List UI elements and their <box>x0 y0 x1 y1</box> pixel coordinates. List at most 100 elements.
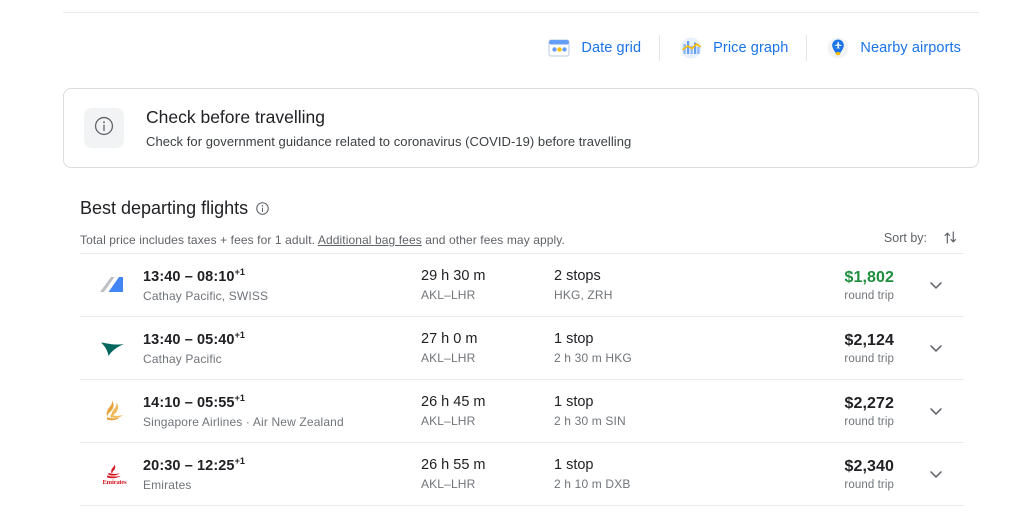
date-grid-icon <box>546 35 572 61</box>
chevron-down-icon[interactable] <box>926 464 946 484</box>
route-text: AKL–LHR <box>421 288 476 302</box>
flight-duration-cell: 29 h 30 m AKL–LHR <box>421 268 554 302</box>
flight-price-cell: $2,124 round trip <box>752 332 908 365</box>
sort-arrows-icon[interactable] <box>941 228 960 247</box>
date-grid-button[interactable]: Date grid <box>528 28 659 68</box>
airline-names: Emirates <box>143 477 192 492</box>
airline-logo-cell <box>80 396 143 426</box>
nearby-airports-button[interactable]: Nearby airports <box>807 28 979 68</box>
covid-notice-card: Check before travelling Check for govern… <box>63 88 979 168</box>
price-note: round trip <box>844 352 894 365</box>
day-offset: +1 <box>234 393 245 404</box>
singapore-airlines-logo <box>97 396 132 426</box>
duration-text: 27 h 0 m <box>421 331 478 347</box>
table-row[interactable]: Emirates 20:30 – 12:25+1 Emirates 26 h 5… <box>80 443 964 506</box>
chevron-down-icon[interactable] <box>926 338 946 358</box>
stops-detail: 2 h 30 m HKG <box>554 351 632 365</box>
notice-text-block: Check before travelling Check for govern… <box>146 107 631 149</box>
nearby-airports-icon <box>825 35 851 61</box>
sort-by-control[interactable]: Sort by: <box>884 228 964 247</box>
day-offset: +1 <box>234 330 245 341</box>
flight-tools-row: Date grid Price graph Nearby airports <box>63 27 979 69</box>
additional-bag-fees-link[interactable]: Additional bag fees <box>318 233 422 247</box>
price-amount: $2,340 <box>844 457 894 475</box>
expand-cell[interactable] <box>908 401 964 421</box>
cathay-pacific-swiss-logo <box>97 270 132 300</box>
notice-icon-wrapper <box>84 108 124 148</box>
disclaimer-prefix: Total price includes taxes + fees for 1 … <box>80 233 318 247</box>
price-disclaimer: Total price includes taxes + fees for 1 … <box>80 233 565 247</box>
best-departing-header: Best departing flights Total price inclu… <box>80 198 964 247</box>
flight-results-list: 13:40 – 08:10+1 Cathay Pacific, SWISS 29… <box>80 253 964 506</box>
flight-stops-cell: 1 stop 2 h 30 m SIN <box>554 394 752 428</box>
price-graph-icon <box>678 35 704 61</box>
svg-text:Emirates: Emirates <box>102 479 127 486</box>
airline-logo-cell: Emirates <box>80 459 143 489</box>
table-row[interactable]: 13:40 – 05:40+1 Cathay Pacific 27 h 0 m … <box>80 317 964 380</box>
top-divider <box>63 12 979 13</box>
expand-cell[interactable] <box>908 338 964 358</box>
price-note: round trip <box>844 415 894 428</box>
sort-by-label: Sort by: <box>883 230 927 245</box>
stops-count: 1 stop <box>554 331 594 347</box>
cathay-pacific-logo <box>97 333 132 363</box>
table-row[interactable]: 13:40 – 08:10+1 Cathay Pacific, SWISS 29… <box>80 254 964 317</box>
emirates-logo: Emirates <box>97 459 132 489</box>
duration-text: 26 h 55 m <box>421 457 486 473</box>
date-grid-label: Date grid <box>581 40 642 56</box>
flight-stops-cell: 1 stop 2 h 10 m DXB <box>554 457 752 491</box>
notice-subtitle: Check for government guidance related to… <box>146 134 632 149</box>
flight-times: 14:10 – 05:55+1 <box>143 393 421 411</box>
flight-duration-cell: 26 h 55 m AKL–LHR <box>421 457 554 491</box>
airline-names: Singapore Airlines · Air New Zealand <box>143 414 344 429</box>
airline-names: Cathay Pacific, SWISS <box>143 288 269 303</box>
price-amount: $1,802 <box>844 268 894 286</box>
airline-names: Cathay Pacific <box>143 351 222 366</box>
price-graph-button[interactable]: Price graph <box>660 28 806 68</box>
info-icon[interactable] <box>255 201 270 216</box>
times-text: 13:40 – 05:40 <box>143 331 235 348</box>
page-title: Best departing flights <box>80 198 249 218</box>
stops-detail: 2 h 30 m SIN <box>554 414 626 428</box>
duration-text: 29 h 30 m <box>421 268 486 284</box>
info-icon <box>93 115 115 142</box>
airline-logo-cell <box>80 270 143 300</box>
flight-stops-cell: 1 stop 2 h 30 m HKG <box>554 331 752 365</box>
flight-times-cell: 13:40 – 05:40+1 Cathay Pacific <box>143 330 421 366</box>
chevron-down-icon[interactable] <box>926 275 946 295</box>
day-offset: +1 <box>234 456 245 467</box>
chevron-down-icon[interactable] <box>926 401 946 421</box>
route-text: AKL–LHR <box>421 477 476 491</box>
stops-detail: HKG, ZRH <box>554 288 613 302</box>
flight-duration-cell: 26 h 45 m AKL–LHR <box>421 394 554 428</box>
flight-times-cell: 20:30 – 12:25+1 Emirates <box>143 456 421 492</box>
table-row[interactable]: 14:10 – 05:55+1 Singapore Airlines · Air… <box>80 380 964 443</box>
flight-times-cell: 14:10 – 05:55+1 Singapore Airlines · Air… <box>143 393 421 429</box>
best-departing-title-row: Best departing flights <box>80 198 964 219</box>
disclaimer-suffix: and other fees may apply. <box>421 233 565 247</box>
route-text: AKL–LHR <box>421 351 476 365</box>
duration-text: 26 h 45 m <box>421 394 486 410</box>
day-offset: +1 <box>234 267 245 278</box>
best-departing-sub-row: Total price includes taxes + fees for 1 … <box>80 228 964 247</box>
flight-price-cell: $2,272 round trip <box>752 395 908 428</box>
airline-logo-cell <box>80 333 143 363</box>
stops-count: 1 stop <box>554 457 594 473</box>
times-text: 20:30 – 12:25 <box>143 457 235 474</box>
flight-results-page: Date grid Price graph Nearby airports Ch… <box>0 0 1024 527</box>
flight-times: 13:40 – 08:10+1 <box>143 267 421 285</box>
flight-price-cell: $2,340 round trip <box>752 458 908 491</box>
stops-detail: 2 h 10 m DXB <box>554 477 631 491</box>
flight-times: 20:30 – 12:25+1 <box>143 456 421 474</box>
flight-times: 13:40 – 05:40+1 <box>143 330 421 348</box>
expand-cell[interactable] <box>908 275 964 295</box>
flight-stops-cell: 2 stops HKG, ZRH <box>554 268 752 302</box>
expand-cell[interactable] <box>908 464 964 484</box>
stops-count: 2 stops <box>554 268 601 284</box>
notice-title: Check before travelling <box>146 107 325 127</box>
nearby-airports-label: Nearby airports <box>860 40 961 56</box>
flight-times-cell: 13:40 – 08:10+1 Cathay Pacific, SWISS <box>143 267 421 303</box>
price-note: round trip <box>844 289 894 302</box>
price-amount: $2,124 <box>844 331 894 349</box>
stops-count: 1 stop <box>554 394 594 410</box>
